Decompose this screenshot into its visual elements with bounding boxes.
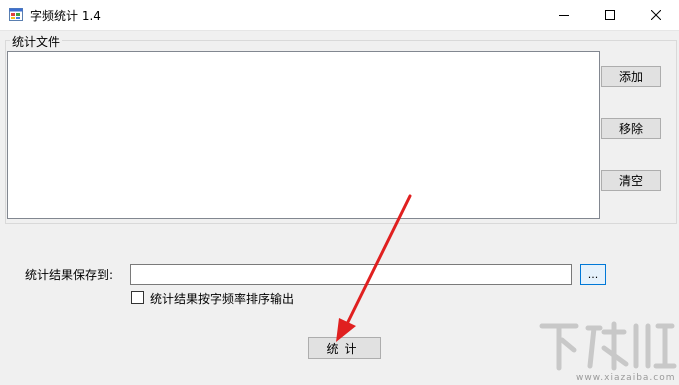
maximize-button[interactable] — [587, 0, 633, 30]
save-path-input[interactable] — [130, 264, 572, 285]
run-button[interactable]: 统计 — [308, 337, 381, 359]
sort-checkbox-label[interactable]: 统计结果按字频率排序输出 — [150, 290, 294, 307]
close-button[interactable] — [633, 0, 679, 30]
title-bar: 字频统计 1.4 — [0, 0, 679, 31]
watermark-url: www.xiazaiba.com — [576, 373, 676, 383]
add-button[interactable]: 添加 — [601, 66, 661, 87]
files-group-label: 统计文件 — [10, 33, 63, 50]
app-icon — [9, 8, 23, 21]
window-title: 字频统计 1.4 — [30, 9, 101, 23]
close-icon — [651, 10, 661, 20]
clear-button[interactable]: 清空 — [601, 170, 661, 191]
browse-button[interactable]: ... — [580, 264, 606, 285]
sort-checkbox[interactable] — [131, 291, 144, 304]
minimize-icon — [559, 15, 569, 16]
file-list[interactable] — [7, 51, 600, 219]
remove-button[interactable]: 移除 — [601, 118, 661, 139]
minimize-button[interactable] — [541, 0, 587, 30]
save-path-label: 统计结果保存到: — [25, 268, 114, 282]
maximize-icon — [605, 10, 615, 20]
watermark-logo — [539, 321, 677, 371]
